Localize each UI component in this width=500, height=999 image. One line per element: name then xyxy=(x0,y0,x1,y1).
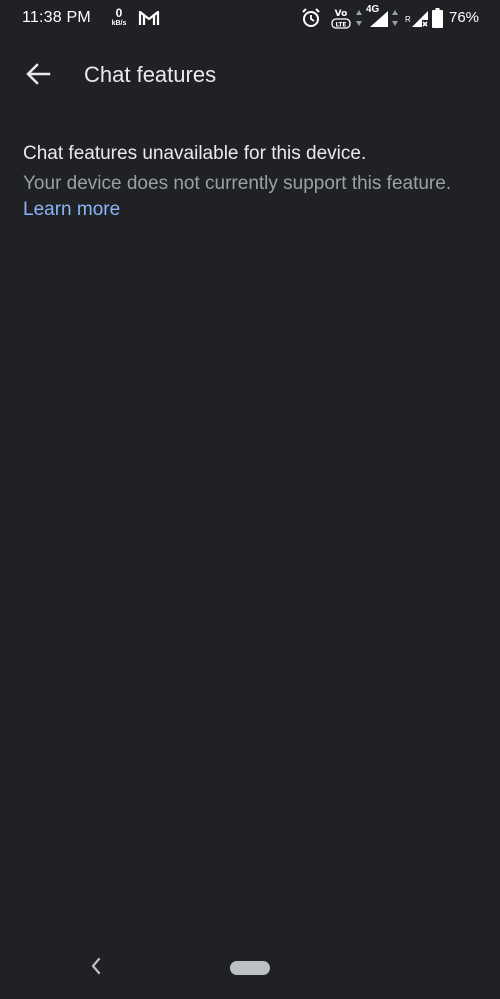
battery-percent: 76% xyxy=(449,9,480,26)
signal-icon xyxy=(368,10,390,28)
data-activity-icon xyxy=(355,8,363,28)
status-time: 11:38 PM xyxy=(22,9,91,26)
unsupported-description-text: Your device does not currently support t… xyxy=(23,173,452,194)
learn-more-link[interactable]: Learn more xyxy=(23,199,120,220)
nav-back-button[interactable] xyxy=(84,954,108,982)
unavailable-message: Chat features unavailable for this devic… xyxy=(23,143,367,164)
content-area: Chat features unavailable for this devic… xyxy=(23,141,463,223)
gmail-icon xyxy=(138,9,160,27)
svg-text:Vo: Vo xyxy=(335,9,348,19)
battery-icon xyxy=(432,8,443,28)
app-bar: Chat features xyxy=(0,48,500,104)
home-pill-button[interactable] xyxy=(230,961,270,975)
arrow-back-icon xyxy=(25,62,51,91)
data-speed-value: 0 xyxy=(115,6,123,20)
data-activity-icon xyxy=(391,8,399,28)
unsupported-description: Your device does not currently support t… xyxy=(23,171,463,223)
volte-icon: Vo LTE xyxy=(330,6,352,30)
status-bar: 11:38 PM 0 kB/s Vo LTE 4G R 76% xyxy=(0,0,500,38)
screen: 11:38 PM 0 kB/s Vo LTE 4G R 76% Chat fea… xyxy=(0,0,500,999)
data-speed-unit: kB/s xyxy=(111,20,127,27)
svg-text:LTE: LTE xyxy=(335,22,346,29)
page-title: Chat features xyxy=(84,62,217,87)
no-signal-icon xyxy=(410,10,430,28)
nav-back-icon xyxy=(90,957,102,980)
alarm-icon xyxy=(300,7,322,29)
navigation-bar xyxy=(0,944,500,992)
back-button[interactable] xyxy=(18,56,58,96)
data-speed-indicator: 0 kB/s xyxy=(108,7,130,27)
